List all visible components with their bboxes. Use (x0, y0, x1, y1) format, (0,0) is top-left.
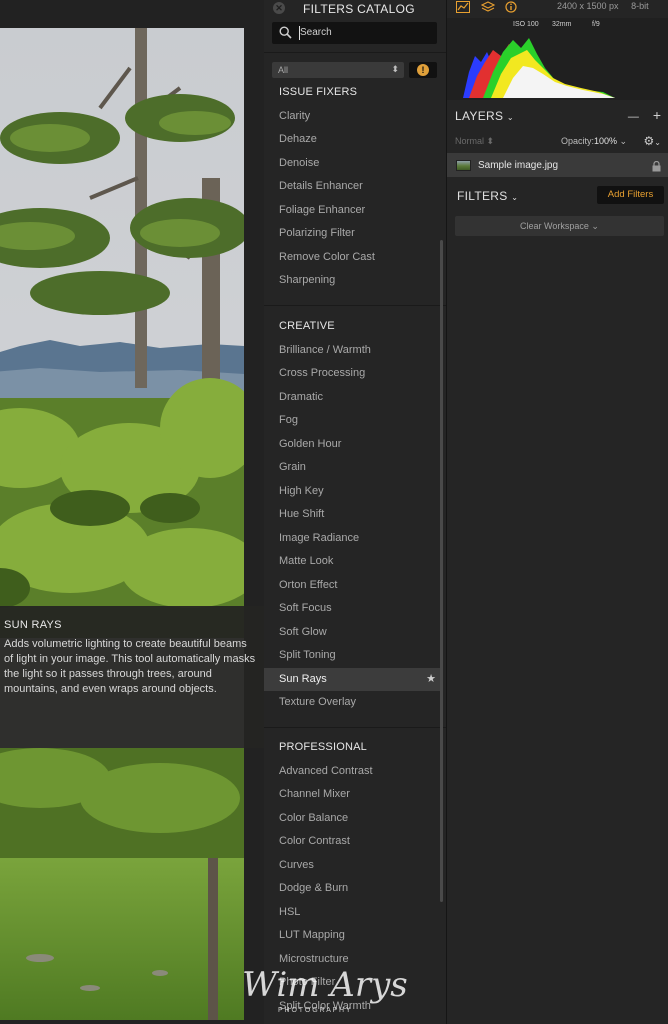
filter-item-dehaze[interactable]: Dehaze (264, 128, 440, 152)
filter-item-hue-shift[interactable]: Hue Shift (264, 503, 440, 527)
histogram: ISO 100 32mm f/9 (447, 18, 668, 100)
filter-item-advanced-contrast[interactable]: Advanced Contrast (264, 760, 440, 784)
info-circle-icon: ! (417, 64, 429, 76)
filter-item-image-radiance[interactable]: Image Radiance (264, 527, 440, 551)
add-layer-button[interactable]: + (653, 107, 661, 123)
divider (264, 52, 446, 53)
filter-item-texture-overlay[interactable]: Texture Overlay (264, 691, 440, 715)
section-divider (264, 305, 446, 306)
section-creative: CREATIVE Brilliance / Warmth Cross Proce… (264, 315, 440, 715)
filter-item-lut-mapping[interactable]: LUT Mapping (264, 924, 440, 948)
filter-tooltip: SUN RAYS Adds volumetric lighting to cre… (0, 606, 264, 748)
filter-item-hsl[interactable]: HSL (264, 901, 440, 925)
tooltip-description: Adds volumetric lighting to create beaut… (4, 638, 256, 695)
filter-item-label: Sun Rays (279, 672, 327, 685)
filter-item-clarity[interactable]: Clarity (264, 105, 440, 129)
filter-item-color-balance[interactable]: Color Balance (264, 807, 440, 831)
gear-icon[interactable]: ⚙⌄ (644, 134, 661, 148)
star-icon[interactable]: ★ (426, 668, 436, 692)
top-toolbar: 2400 x 1500 px 8-bit (447, 0, 668, 14)
exif-iso: ISO 100 (513, 21, 539, 28)
category-select-value: All (278, 65, 289, 75)
exif-focal: 32mm (552, 21, 572, 28)
layer-item[interactable]: Sample image.jpg (447, 153, 668, 177)
histogram-icon[interactable] (456, 0, 470, 18)
image-info: 2400 x 1500 px 8-bit (557, 1, 649, 11)
filters-catalog-panel: ✕ FILTERS CATALOG Search All ⬍ ! ISSUE F… (264, 0, 446, 1024)
chevron-down-icon: ⌄ (511, 193, 519, 202)
layer-tools: — + (628, 107, 661, 123)
filter-item-channel-mixer[interactable]: Channel Mixer (264, 783, 440, 807)
add-filters-button[interactable]: Add Filters (597, 186, 664, 204)
filter-item-details-enhancer[interactable]: Details Enhancer (264, 175, 440, 199)
catalog-scrollbar[interactable] (440, 240, 443, 902)
magnifier-icon (279, 26, 292, 44)
filter-item-polarizing-filter[interactable]: Polarizing Filter (264, 222, 440, 246)
layers-header: LAYERS ⌄ — + (447, 107, 668, 127)
filter-item-denoise[interactable]: Denoise (264, 152, 440, 176)
info-icon[interactable] (505, 0, 517, 18)
section-title: PROFESSIONAL (279, 741, 367, 753)
right-panel: 2400 x 1500 px 8-bit ISO 100 32mm f/9 LA… (446, 0, 668, 1024)
chevron-down-icon: ⌄ (506, 113, 514, 122)
opacity-control[interactable]: Opacity:100% ⌄ (561, 136, 627, 147)
filter-item-sun-rays[interactable]: Sun Rays ★ (264, 667, 440, 692)
filter-item-remove-color-cast[interactable]: Remove Color Cast (264, 246, 440, 270)
bit-depth: 8-bit (631, 1, 649, 11)
filter-item-curves[interactable]: Curves (264, 854, 440, 878)
layer-options: Normal ⬍ Opacity:100% ⌄ ⚙⌄ (447, 134, 668, 149)
blend-mode-select[interactable]: Normal ⬍ (455, 136, 494, 147)
filter-item-photo-filter[interactable]: Photo Filter (264, 971, 440, 995)
filter-item-orton-effect[interactable]: Orton Effect (264, 574, 440, 598)
photo-canvas[interactable]: SUN RAYS Adds volumetric lighting to cre… (0, 0, 264, 1024)
section-issue-fixers: ISSUE FIXERS Clarity Dehaze Denoise Deta… (264, 81, 440, 293)
filter-item-soft-focus[interactable]: Soft Focus (264, 597, 440, 621)
tooltip-title: SUN RAYS (4, 619, 62, 631)
filter-item-microstructure[interactable]: Microstructure (264, 948, 440, 972)
filter-item-foliage-enhancer[interactable]: Foliage Enhancer (264, 199, 440, 223)
photo-image (0, 28, 244, 1020)
filter-item-brilliance-warmth[interactable]: Brilliance / Warmth (264, 339, 440, 363)
histogram-graph (463, 38, 615, 98)
filter-item-grain[interactable]: Grain (264, 456, 440, 480)
exif-aperture: f/9 (592, 21, 600, 28)
filter-item-cross-processing[interactable]: Cross Processing (264, 362, 440, 386)
category-select[interactable]: All ⬍ (272, 62, 404, 78)
filter-item-dramatic[interactable]: Dramatic (264, 386, 440, 410)
filters-title[interactable]: FILTERS ⌄ (457, 189, 518, 203)
section-professional: PROFESSIONAL Advanced Contrast Channel M… (264, 736, 440, 1018)
favorites-toggle-button[interactable]: ! (409, 62, 437, 78)
filter-item-dodge-burn[interactable]: Dodge & Burn (264, 877, 440, 901)
search-placeholder: Search (300, 27, 332, 38)
layer-name: Sample image.jpg (478, 160, 559, 171)
layers-title[interactable]: LAYERS ⌄ (455, 109, 514, 123)
section-divider (264, 727, 446, 728)
remove-layer-button[interactable]: — (628, 111, 639, 123)
section-title: CREATIVE (279, 320, 335, 332)
filter-item-fog[interactable]: Fog (264, 409, 440, 433)
catalog-title: FILTERS CATALOG (303, 2, 415, 16)
up-down-chevron-icon: ⬍ (391, 64, 399, 74)
catalog-header: ✕ FILTERS CATALOG (264, 0, 446, 18)
search-input[interactable]: Search (272, 22, 437, 44)
layers-icon[interactable] (480, 0, 496, 18)
filter-item-sharpening[interactable]: Sharpening (264, 269, 440, 293)
lock-icon[interactable] (652, 159, 661, 177)
layer-thumbnail (456, 160, 471, 171)
clear-workspace-button[interactable]: Clear Workspace ⌄ (455, 216, 664, 236)
filters-header: FILTERS ⌄ Add Filters (447, 186, 668, 206)
filter-item-split-toning[interactable]: Split Toning (264, 644, 440, 668)
image-size: 2400 x 1500 px (557, 1, 619, 11)
close-circle-icon[interactable]: ✕ (273, 2, 285, 14)
filter-item-matte-look[interactable]: Matte Look (264, 550, 440, 574)
filter-item-soft-glow[interactable]: Soft Glow (264, 621, 440, 645)
section-title: ISSUE FIXERS (279, 86, 358, 98)
filter-item-split-color-warmth[interactable]: Split Color Warmth (264, 995, 440, 1019)
filter-item-high-key[interactable]: High Key (264, 480, 440, 504)
filter-item-golden-hour[interactable]: Golden Hour (264, 433, 440, 457)
filter-item-color-contrast[interactable]: Color Contrast (264, 830, 440, 854)
